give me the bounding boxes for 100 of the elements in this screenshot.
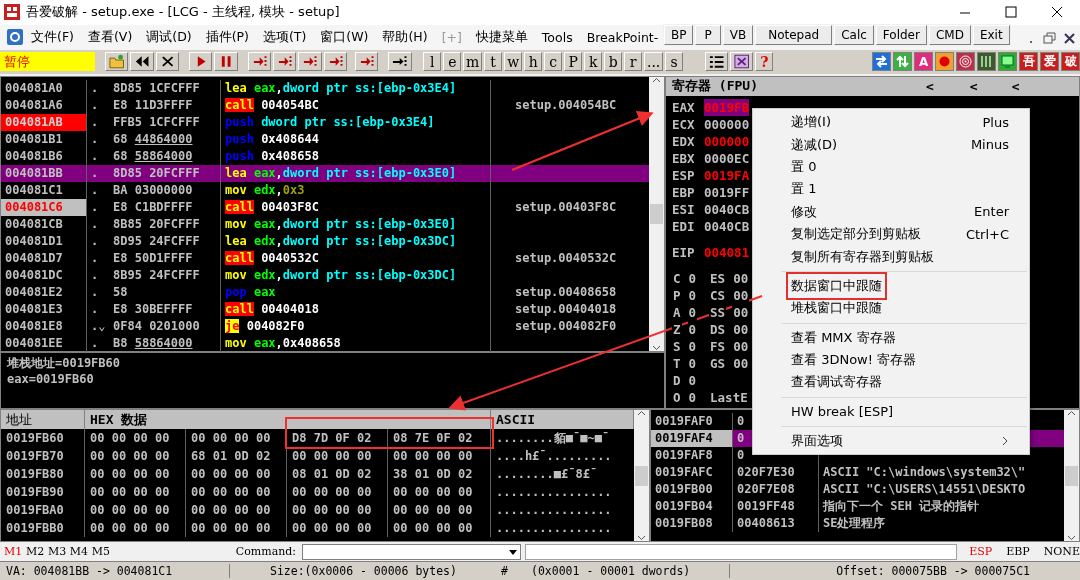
menu-item[interactable]: 文件(F) — [24, 28, 81, 46]
menu-item[interactable]: 堆栈窗口中跟随 — [753, 297, 1029, 320]
toolbar-button[interactable]: w — [504, 52, 523, 72]
code-row[interactable]: 004081C6 . E8 C1BDFFFF call 00403F8C setup.00403F8C — [1, 198, 649, 216]
scroll-up-icon[interactable] — [637, 410, 646, 417]
toolbar-button[interactable]: P — [564, 52, 583, 72]
menu-item[interactable]: 复制选定部分到剪贴板 Ctrl+C — [753, 222, 1029, 246]
tool-button[interactable]: CMD — [928, 25, 971, 45]
stack-row[interactable]: 0019FB00 020F7E08 ASCII "C:\USERS\14551\DESKTO — [651, 481, 1064, 499]
toolbar-button[interactable]: m — [463, 52, 483, 72]
toolbar-button[interactable]: l — [423, 52, 442, 72]
base-option[interactable]: ESP — [969, 545, 993, 559]
plugin-button[interactable]: 破 — [1061, 52, 1080, 72]
app-icon[interactable] — [6, 28, 24, 47]
code-row[interactable]: 004081E8 .⌄ 0F84 0201000 je 004082F0 setup.004082F0 — [1, 317, 649, 335]
mark-tab[interactable]: M1 — [4, 545, 26, 559]
column-header[interactable]: HEX 数据 — [85, 410, 491, 430]
tool-button[interactable]: Notepad — [755, 25, 833, 45]
toolbar-button[interactable]: b — [604, 52, 623, 72]
base-option[interactable]: EBP — [1006, 545, 1030, 559]
code-row[interactable]: 004081E2 . 58 pop eax setup.00408658 — [1, 283, 649, 301]
plugin-button[interactable]: A — [914, 52, 934, 72]
mark-tab[interactable]: M3 — [47, 545, 70, 559]
scroll-down-icon[interactable] — [1067, 535, 1076, 542]
code-row[interactable]: 004081D1 . 8D95 24FCFFF lea edx,dword ptr ss:[ebp-0x3DC] — [1, 232, 649, 250]
nav-arrow[interactable]: < — [1011, 78, 1020, 94]
input-field[interactable] — [525, 543, 958, 560]
code-row[interactable]: 004081D7 . E8 50D1FFFF call 0040532C setup.0040532C — [1, 249, 649, 267]
scroll-down-icon[interactable] — [652, 344, 661, 351]
tool-button[interactable]: P — [695, 25, 721, 45]
menu-item[interactable]: 查看 MMX 寄存器 — [753, 326, 1029, 349]
menu-item[interactable]: 修改 Enter — [753, 200, 1029, 223]
code-row[interactable]: 004081B6 . 68 58864000 push 0x408658 — [1, 147, 649, 165]
tool-button[interactable]: VB — [722, 25, 754, 45]
code-row[interactable]: 004081EE . B8 58864000 mov eax,0x408658 — [1, 334, 649, 352]
nav-arrow[interactable]: < — [925, 78, 934, 94]
register-value[interactable]: 0000EC — [704, 149, 750, 167]
menu-item[interactable]: 递增(I) Plus — [753, 111, 1029, 134]
scrollbar-thumb[interactable] — [635, 465, 648, 486]
code-row[interactable]: 004081B1 . 68 44864000 push 0x408644 — [1, 130, 649, 148]
menu-item[interactable]: 查看调试寄存器 — [753, 371, 1029, 394]
stack-row[interactable]: 0019FAFC 020F7E30 ASCII "C:\windows\system32\" — [651, 464, 1064, 482]
plugin-icon[interactable] — [872, 52, 892, 72]
toolbar-button[interactable]: k — [584, 52, 603, 72]
stack-row[interactable]: 0019FB04 0019FF48 指向下一个 SEH 记录的指针 — [651, 498, 1064, 516]
restore-icon[interactable] — [1042, 31, 1058, 45]
menu-item[interactable]: 帮助(H) — [375, 28, 435, 46]
toolbar-button[interactable]: e — [443, 52, 462, 72]
menu-item[interactable]: BreakPoint- — [579, 29, 666, 45]
mark-tab[interactable]: M4 — [69, 545, 92, 559]
menu-item[interactable]: 窗口(W) — [313, 28, 376, 46]
menu-item[interactable]: 数据窗口中跟随 — [753, 274, 1029, 298]
code-row[interactable]: 004081CB . 8B85 20FCFFF mov eax,dword ptr ss:[ebp-0x3E0] — [1, 215, 649, 233]
scroll-up-icon[interactable] — [1067, 410, 1076, 417]
toolbar-button[interactable]: ... — [644, 52, 664, 72]
code-row[interactable]: 004081BB . 8D85 20FCFFF lea eax,dword ptr ss:[ebp-0x3E0] — [1, 164, 649, 182]
menu-item[interactable]: 查看 3DNow! 寄存器 — [753, 348, 1029, 372]
menu-item[interactable]: 快捷菜单 — [468, 28, 535, 46]
toolbar-button[interactable]: c — [544, 52, 563, 72]
command-field[interactable] — [301, 543, 522, 560]
mark-tab[interactable]: M2 — [25, 545, 48, 559]
menu-item[interactable]: 调试(D) — [139, 28, 199, 46]
plugin-icon[interactable] — [977, 52, 997, 72]
menu-item[interactable]: Tools — [534, 29, 580, 45]
scroll-down-icon[interactable] — [637, 535, 646, 542]
folder-icon[interactable] — [107, 53, 126, 71]
toolbar-button[interactable]: r — [624, 52, 643, 72]
code-row[interactable]: 004081C1 . BA 03000000 mov edx,0x3 — [1, 181, 649, 199]
tool-button[interactable]: Exit — [972, 25, 1010, 45]
register-value[interactable]: 004081 — [704, 243, 750, 261]
toolbar-button[interactable]: h — [524, 52, 543, 72]
code-row[interactable]: 004081E3 . E8 30BEFFFF call 00404018 setup.00404018 — [1, 300, 649, 318]
code-row[interactable]: 004081AB . FFB5 1CFCFFF push dword ptr ss:[ebp-0x3E4] — [1, 113, 649, 131]
register-value[interactable]: 0040CB — [704, 217, 750, 235]
column-header[interactable]: 地址 — [1, 410, 85, 430]
register-value[interactable]: 0019FA — [704, 166, 750, 184]
menu-item[interactable]: 置 1 — [753, 178, 1029, 201]
code-row[interactable]: 004081A0 . 8D85 1CFCFFF lea eax,dword ptr ss:[ebp-0x3E4] — [1, 79, 649, 97]
scrollbar-thumb[interactable] — [650, 203, 663, 224]
tool-button[interactable]: Calc — [834, 25, 874, 45]
list-icon[interactable] — [707, 53, 725, 71]
menu-item[interactable]: 选项(T) — [255, 28, 314, 46]
menu-item[interactable]: 查看(V) — [80, 28, 140, 46]
tool-button[interactable]: Folder — [875, 25, 927, 45]
code-row[interactable]: 004081A6 . E8 11D3FFFF call 004054BC setup.004054BC — [1, 96, 649, 114]
toolbar-button[interactable]: t — [484, 52, 503, 72]
mark-tab[interactable]: M5 — [91, 545, 114, 559]
stack-row[interactable]: 0019FB08 00408613 SE处理程序 — [651, 515, 1064, 533]
tool-button[interactable]: BP — [664, 25, 694, 45]
register-value[interactable]: 000000 — [704, 132, 750, 150]
register-value[interactable]: 0040CB — [704, 200, 750, 218]
code-row[interactable]: 004081DC . 8B95 24FCFFF mov edx,dword ptr ss:[ebp-0x3DC] — [1, 266, 649, 284]
register-value[interactable]: 0019FF — [704, 183, 750, 201]
close-icon[interactable] — [1062, 31, 1078, 45]
plugin-button[interactable]: 爱 — [1040, 52, 1060, 72]
plugin-button[interactable]: 吾 — [1019, 52, 1039, 72]
plugin-icon[interactable] — [998, 52, 1018, 72]
scroll-up-icon[interactable] — [652, 76, 661, 83]
plugin-icon[interactable] — [956, 52, 976, 72]
scrollbar-thumb[interactable] — [1065, 465, 1078, 486]
